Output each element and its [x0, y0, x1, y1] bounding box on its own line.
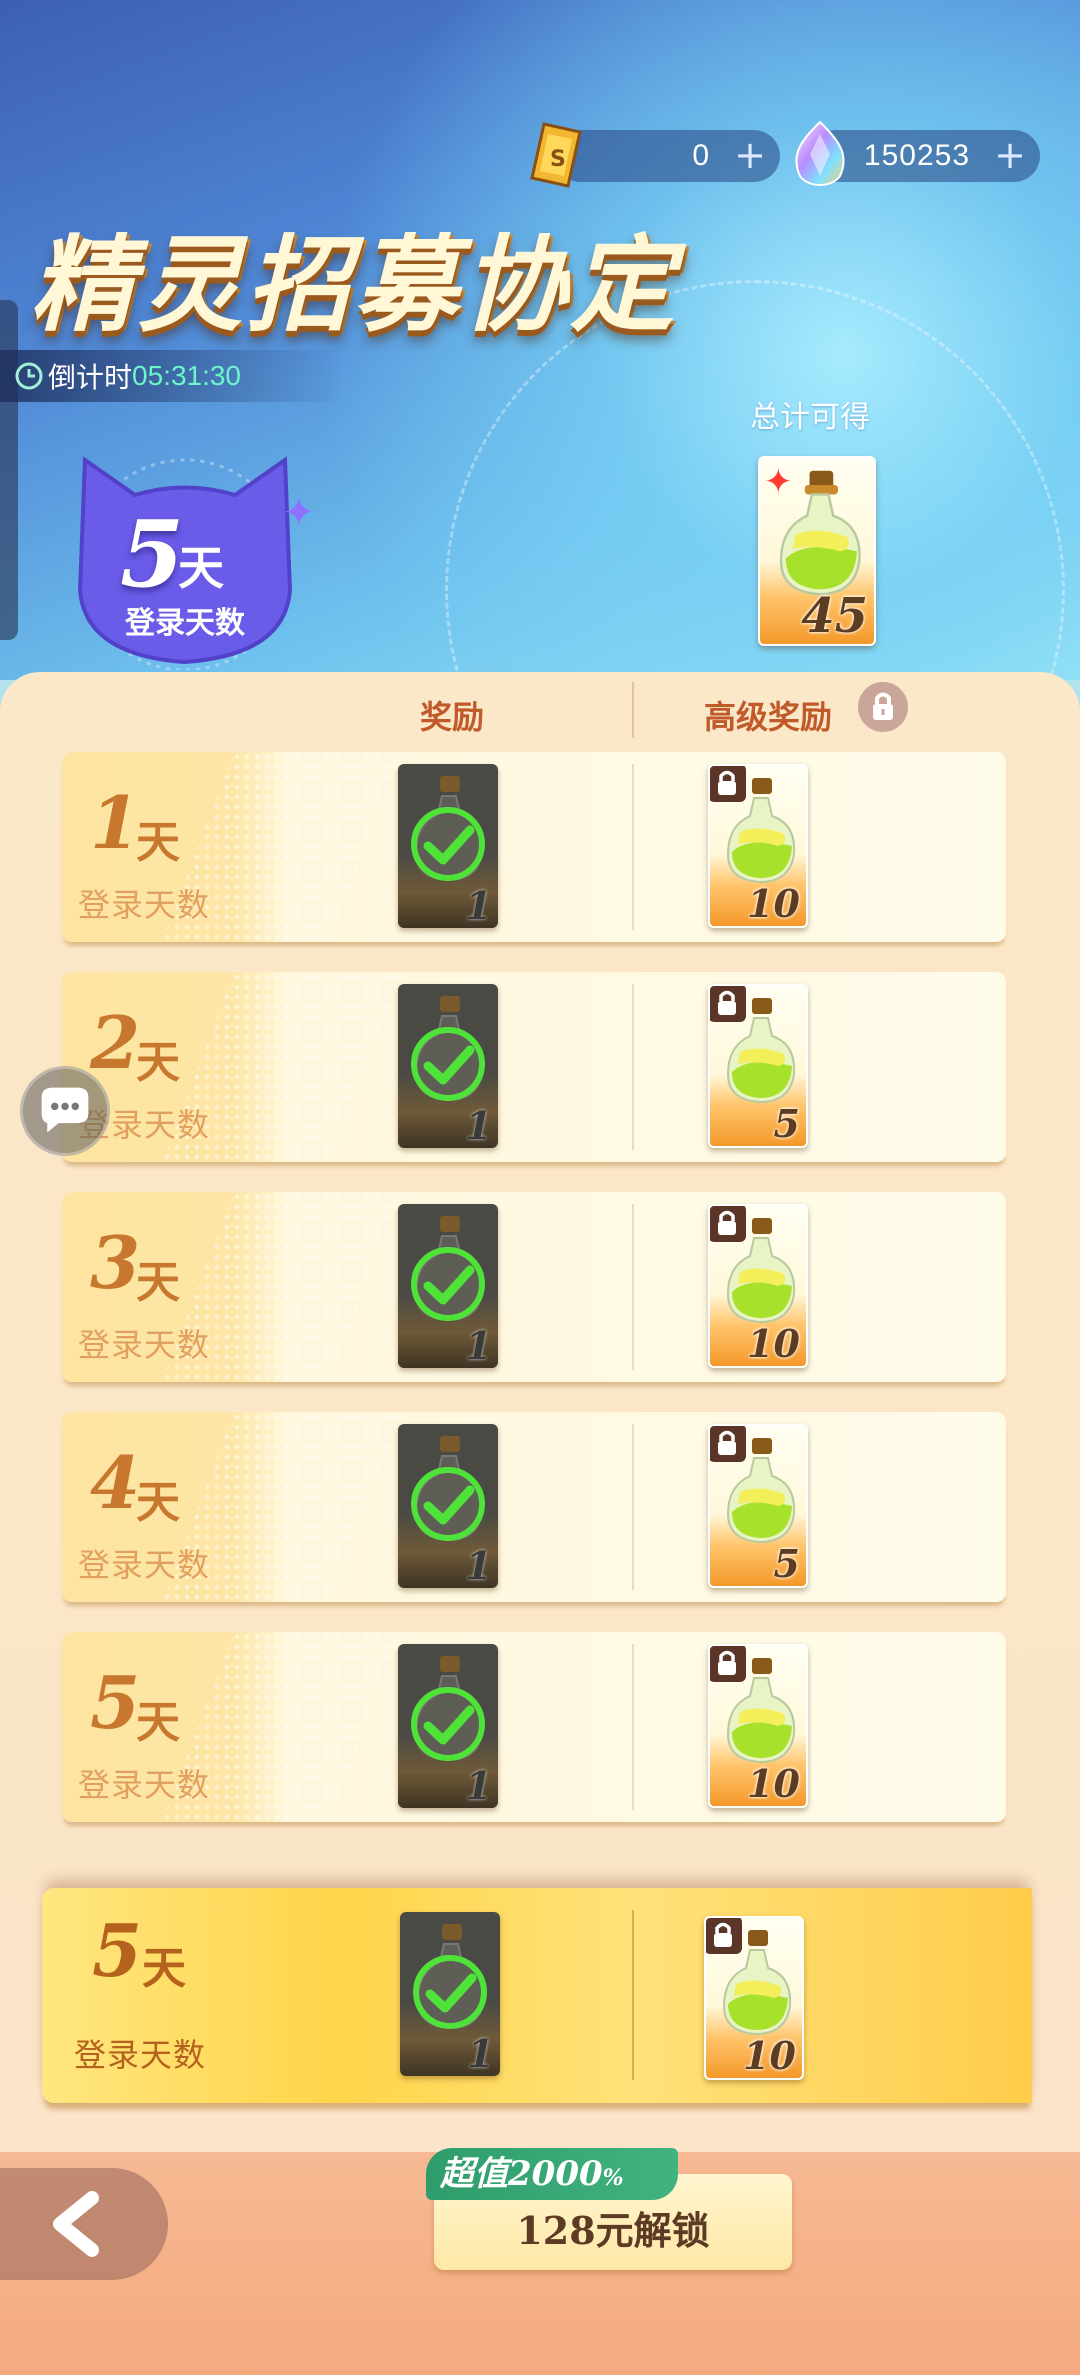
checkmark-icon — [411, 1687, 485, 1761]
final-reward-row: 5 天 登录天数 1 10 — [42, 1888, 1032, 2103]
checkmark-icon — [411, 1467, 485, 1541]
svg-text:S: S — [550, 147, 566, 172]
day-label: 登录天数 — [74, 2036, 207, 2074]
reward-row: 3 天登录天数 1 10 — [62, 1192, 1006, 1382]
reward-card-claimed[interactable]: 1 — [400, 1912, 500, 2076]
countdown-label: 倒计时 — [48, 361, 133, 394]
badge-label: 登录天数 — [125, 606, 245, 641]
day-label: 登录天数 — [78, 1766, 211, 1804]
checkmark-icon — [411, 807, 485, 881]
reward-quantity: 1 — [465, 1103, 492, 1148]
reward-card-claimed[interactable]: 1 — [398, 1644, 498, 1808]
reward-quantity: 1 — [465, 883, 492, 928]
premium-quantity: 5 — [773, 1541, 800, 1586]
checkmark-icon — [411, 1027, 485, 1101]
unlock-label: 128元解锁 — [516, 2208, 710, 2253]
page-title: 精灵招募协定 — [30, 223, 679, 346]
lock-icon — [710, 766, 746, 802]
day-unit: 天 — [136, 1477, 180, 1528]
reward-row: 5 天登录天数 1 10 — [62, 1632, 1006, 1822]
ticket-icon: S — [530, 122, 582, 188]
column-premium: 高级奖励 — [704, 698, 833, 736]
day-unit: 天 — [136, 1257, 180, 1308]
premium-quantity: 5 — [773, 1101, 800, 1146]
red-sparkle-icon: ✦ — [764, 462, 793, 502]
column-reward: 奖励 — [420, 698, 485, 736]
reward-card-claimed[interactable]: 1 — [398, 984, 498, 1148]
value-promo-tag: 超值2000% — [426, 2148, 678, 2200]
day-unit: 天 — [136, 817, 180, 868]
chat-button[interactable] — [20, 1066, 110, 1156]
premium-card-locked[interactable]: 10 — [708, 764, 808, 928]
badge-unit: 天 — [178, 541, 224, 595]
countdown-time: 05:31:30 — [132, 360, 242, 391]
row-divider — [632, 764, 634, 930]
column-divider — [632, 682, 634, 738]
reward-card-claimed[interactable]: 1 — [398, 1204, 498, 1368]
day-unit: 天 — [136, 1037, 180, 1088]
reward-quantity: 1 — [465, 1543, 492, 1588]
chat-bubble-icon — [41, 1087, 89, 1133]
reward-row: 1 天登录天数 1 10 — [62, 752, 1006, 942]
ticket-currency-bar: 0 + — [555, 130, 780, 182]
day-label: 登录天数 — [78, 1326, 211, 1364]
premium-quantity: 10 — [743, 2033, 796, 2078]
total-reward-card[interactable]: 45 ✦ — [758, 456, 876, 646]
day-number: 5 — [90, 1660, 141, 1745]
clock-icon — [15, 362, 43, 390]
promo-label: 超值2000 — [440, 2154, 603, 2194]
premium-card-locked[interactable]: 10 — [708, 1644, 808, 1808]
day-number: 4 — [90, 1440, 141, 1525]
gem-count: 150253 — [863, 139, 970, 172]
reward-quantity: 1 — [465, 1763, 492, 1808]
ticket-count: 0 — [692, 139, 710, 172]
premium-card-locked[interactable]: 10 — [704, 1916, 804, 2080]
day-unit: 天 — [136, 1697, 180, 1748]
lock-icon — [710, 986, 746, 1022]
checkmark-icon — [413, 1955, 487, 2029]
premium-lock-icon — [858, 682, 908, 732]
lock-icon — [706, 1918, 742, 1954]
checkmark-icon — [411, 1247, 485, 1321]
total-quantity: 45 — [801, 588, 868, 644]
add-gems-button[interactable]: + — [994, 136, 1026, 174]
promo-suffix: % — [602, 2165, 624, 2191]
add-tickets-button[interactable]: + — [734, 136, 766, 174]
day-unit: 天 — [142, 1943, 186, 1994]
reward-row: 2 天登录天数 1 5 — [62, 972, 1006, 1162]
reward-quantity: 1 — [467, 2031, 494, 2076]
lock-icon — [710, 1206, 746, 1242]
premium-quantity: 10 — [747, 1761, 800, 1806]
sparkle-icon: ✦ — [282, 490, 316, 536]
row-divider — [632, 984, 634, 1150]
total-label: 总计可得 — [750, 400, 870, 435]
day-number: 3 — [90, 1220, 141, 1305]
row-divider — [632, 1644, 634, 1810]
premium-card-locked[interactable]: 5 — [708, 984, 808, 1148]
lock-icon — [710, 1426, 746, 1462]
premium-quantity: 10 — [747, 881, 800, 926]
day-label: 登录天数 — [78, 1546, 211, 1584]
countdown-bar: 倒计时 05:31:30 — [0, 350, 345, 402]
reward-row: 4 天登录天数 1 5 — [62, 1412, 1006, 1602]
day-label: 登录天数 — [78, 886, 211, 924]
back-arrow-icon — [53, 2191, 99, 2257]
back-button[interactable] — [0, 2168, 168, 2280]
final-divider — [632, 1910, 634, 2080]
premium-quantity: 10 — [747, 1321, 800, 1366]
row-divider — [632, 1204, 634, 1370]
gem-icon — [795, 120, 845, 186]
reward-card-claimed[interactable]: 1 — [398, 764, 498, 928]
lock-icon — [710, 1646, 746, 1682]
day-number: 1 — [90, 780, 141, 865]
reward-quantity: 1 — [465, 1323, 492, 1368]
reward-card-claimed[interactable]: 1 — [398, 1424, 498, 1588]
premium-card-locked[interactable]: 5 — [708, 1424, 808, 1588]
premium-card-locked[interactable]: 10 — [708, 1204, 808, 1368]
day-number: 5 — [92, 1908, 143, 1993]
row-divider — [632, 1424, 634, 1590]
badge-days: 5 — [120, 500, 185, 608]
